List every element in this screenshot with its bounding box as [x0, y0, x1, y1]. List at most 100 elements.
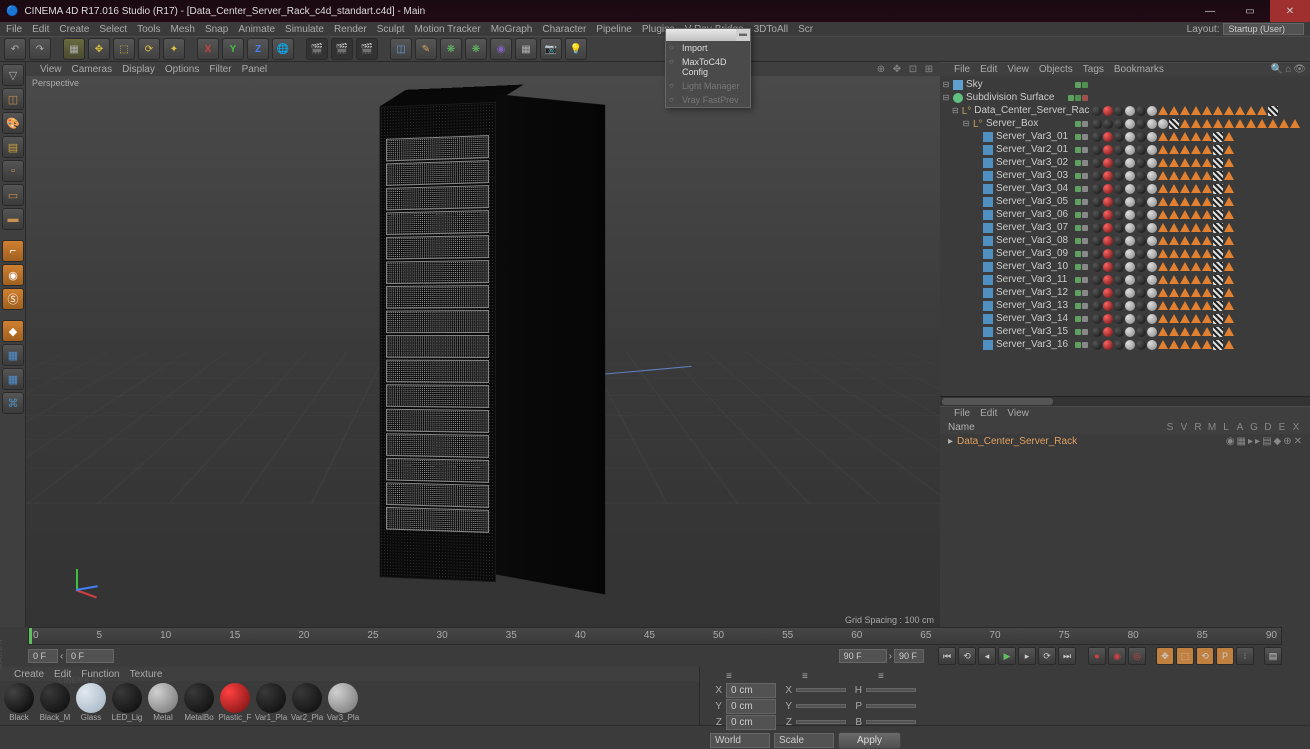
vp-orbit-icon[interactable]: ⊕: [874, 64, 888, 75]
environment-button[interactable]: ▦: [515, 38, 537, 60]
point-mode[interactable]: ▫: [2, 160, 24, 182]
material-metalbo[interactable]: MetalBo: [182, 683, 216, 722]
scale-tool[interactable]: ⬚: [113, 38, 135, 60]
tag-row[interactable]: [1092, 117, 1308, 130]
menu-select[interactable]: Select: [99, 24, 127, 35]
edge-mode[interactable]: ▭: [2, 184, 24, 206]
tag-row[interactable]: [1092, 182, 1308, 195]
goto-end[interactable]: ⏭: [1058, 647, 1076, 665]
last-tool[interactable]: ✦: [163, 38, 185, 60]
object-row[interactable]: Server_Var3_14: [942, 312, 1088, 325]
object-row[interactable]: Server_Var3_04: [942, 182, 1088, 195]
objmenu-edit[interactable]: Edit: [980, 64, 997, 75]
tag-row[interactable]: [1092, 208, 1308, 221]
objmenu-view[interactable]: View: [1007, 64, 1029, 75]
apply-button[interactable]: Apply: [838, 732, 901, 749]
material-var3_pla[interactable]: Var3_Pla: [326, 683, 360, 722]
time-marker[interactable]: [29, 628, 32, 644]
popup-import[interactable]: Import: [666, 41, 750, 55]
y-axis-lock[interactable]: Y: [222, 38, 244, 60]
menu-mograph[interactable]: MoGraph: [491, 24, 533, 35]
pos-y[interactable]: 0 cm: [726, 699, 776, 714]
objmenu-file[interactable]: File: [954, 64, 970, 75]
material-glass[interactable]: Glass: [74, 683, 108, 722]
time-ruler[interactable]: 051015202530354045505560657075808590: [28, 627, 1282, 645]
scale-mode[interactable]: Scale: [774, 733, 834, 748]
eye-icon[interactable]: 👁: [1293, 64, 1306, 75]
material-var1_pla[interactable]: Var1_Pla: [254, 683, 288, 722]
object-row[interactable]: Server_Var3_10: [942, 260, 1088, 273]
frame-current-field[interactable]: 0 F: [66, 649, 114, 663]
make-editable[interactable]: ▽: [2, 64, 24, 86]
size-z[interactable]: [796, 720, 846, 724]
matmenu-create[interactable]: Create: [14, 669, 44, 680]
home-icon[interactable]: ⌂: [1285, 64, 1291, 75]
coord-system[interactable]: 🌐: [272, 38, 294, 60]
objmenu-bookmarks[interactable]: Bookmarks: [1114, 64, 1164, 75]
material-var2_pla[interactable]: Var2_Pla: [290, 683, 324, 722]
prev-frame[interactable]: ◂: [978, 647, 996, 665]
object-row[interactable]: Server_Var3_02: [942, 156, 1088, 169]
object-row[interactable]: Server_Var3_08: [942, 234, 1088, 247]
frame-max-field[interactable]: 90 F: [894, 649, 924, 663]
record-button[interactable]: ●: [1088, 647, 1106, 665]
menu-create[interactable]: Create: [59, 24, 89, 35]
planar-workplane[interactable]: ▦: [2, 344, 24, 366]
search-icon[interactable]: 🔍: [1271, 64, 1283, 75]
material-led_lig[interactable]: LED_Lig: [110, 683, 144, 722]
rot-b[interactable]: [866, 720, 916, 724]
subdiv-button[interactable]: ❋: [440, 38, 462, 60]
next-key[interactable]: ⟳: [1038, 647, 1056, 665]
play-button[interactable]: ▶: [998, 647, 1016, 665]
popup-maxtoc4d-config[interactable]: MaxToC4D Config: [666, 55, 750, 79]
material-plastic_f[interactable]: Plastic_F: [218, 683, 252, 722]
render-view[interactable]: 🎬: [306, 38, 328, 60]
vp-zoom-icon[interactable]: ⊡: [906, 64, 920, 75]
locked-workplane[interactable]: ◆: [2, 320, 24, 342]
prev-key[interactable]: ⟲: [958, 647, 976, 665]
workplane-mode[interactable]: ▤: [2, 136, 24, 158]
vp-maximize-icon[interactable]: ⊞: [922, 64, 936, 75]
object-row[interactable]: Server_Var3_09: [942, 247, 1088, 260]
layout-selector[interactable]: Startup (User): [1223, 23, 1304, 35]
light-button[interactable]: 💡: [565, 38, 587, 60]
tag-row[interactable]: [1092, 312, 1308, 325]
tag-row[interactable]: [1092, 169, 1308, 182]
object-tree[interactable]: ⊟Sky⊟Subdivision Surface⊟L°Data_Center_S…: [940, 76, 1090, 396]
object-row[interactable]: Server_Var3_11: [942, 273, 1088, 286]
frame-range-end[interactable]: 90 F: [839, 649, 887, 663]
menu-3dtoall[interactable]: 3DToAll: [754, 24, 788, 35]
redo-button[interactable]: ↷: [29, 38, 51, 60]
camera-button[interactable]: 📷: [540, 38, 562, 60]
material-black_m[interactable]: Black_M: [38, 683, 72, 722]
scale-key[interactable]: ⬚: [1176, 647, 1194, 665]
object-row[interactable]: ⊟L°Server_Box: [942, 117, 1088, 130]
object-row[interactable]: Server_Var3_05: [942, 195, 1088, 208]
frame-start-field[interactable]: 0 F: [28, 649, 58, 663]
viewport-canvas[interactable]: Perspective Grid Spacing : 100 cm: [26, 76, 940, 627]
tag-row[interactable]: [1092, 234, 1308, 247]
menu-snap[interactable]: Snap: [205, 24, 228, 35]
render-region[interactable]: 🎬: [331, 38, 353, 60]
attrmenu-edit[interactable]: Edit: [980, 408, 997, 419]
snap-toggle[interactable]: Ⓢ: [2, 288, 24, 310]
tag-panel[interactable]: [1090, 76, 1310, 396]
z-axis-lock[interactable]: Z: [247, 38, 269, 60]
tag-row[interactable]: [1092, 78, 1308, 91]
popup-close[interactable]: ▬: [736, 29, 750, 41]
maximize-button[interactable]: ▭: [1230, 0, 1270, 22]
render-settings[interactable]: 🎬: [356, 38, 378, 60]
tag-row[interactable]: [1092, 130, 1308, 143]
tag-row[interactable]: [1092, 299, 1308, 312]
tag-row[interactable]: [1092, 338, 1308, 351]
polygon-mode[interactable]: ▬: [2, 208, 24, 230]
viewport-solo[interactable]: ◉: [2, 264, 24, 286]
rot-key[interactable]: ⟲: [1196, 647, 1214, 665]
object-row[interactable]: Server_Var3_13: [942, 299, 1088, 312]
model-mode[interactable]: ◫: [2, 88, 24, 110]
material-metal[interactable]: Metal: [146, 683, 180, 722]
object-row[interactable]: ⊟Subdivision Surface: [942, 91, 1088, 104]
tag-row[interactable]: [1092, 286, 1308, 299]
x-axis-lock[interactable]: X: [197, 38, 219, 60]
menu-file[interactable]: File: [6, 24, 22, 35]
